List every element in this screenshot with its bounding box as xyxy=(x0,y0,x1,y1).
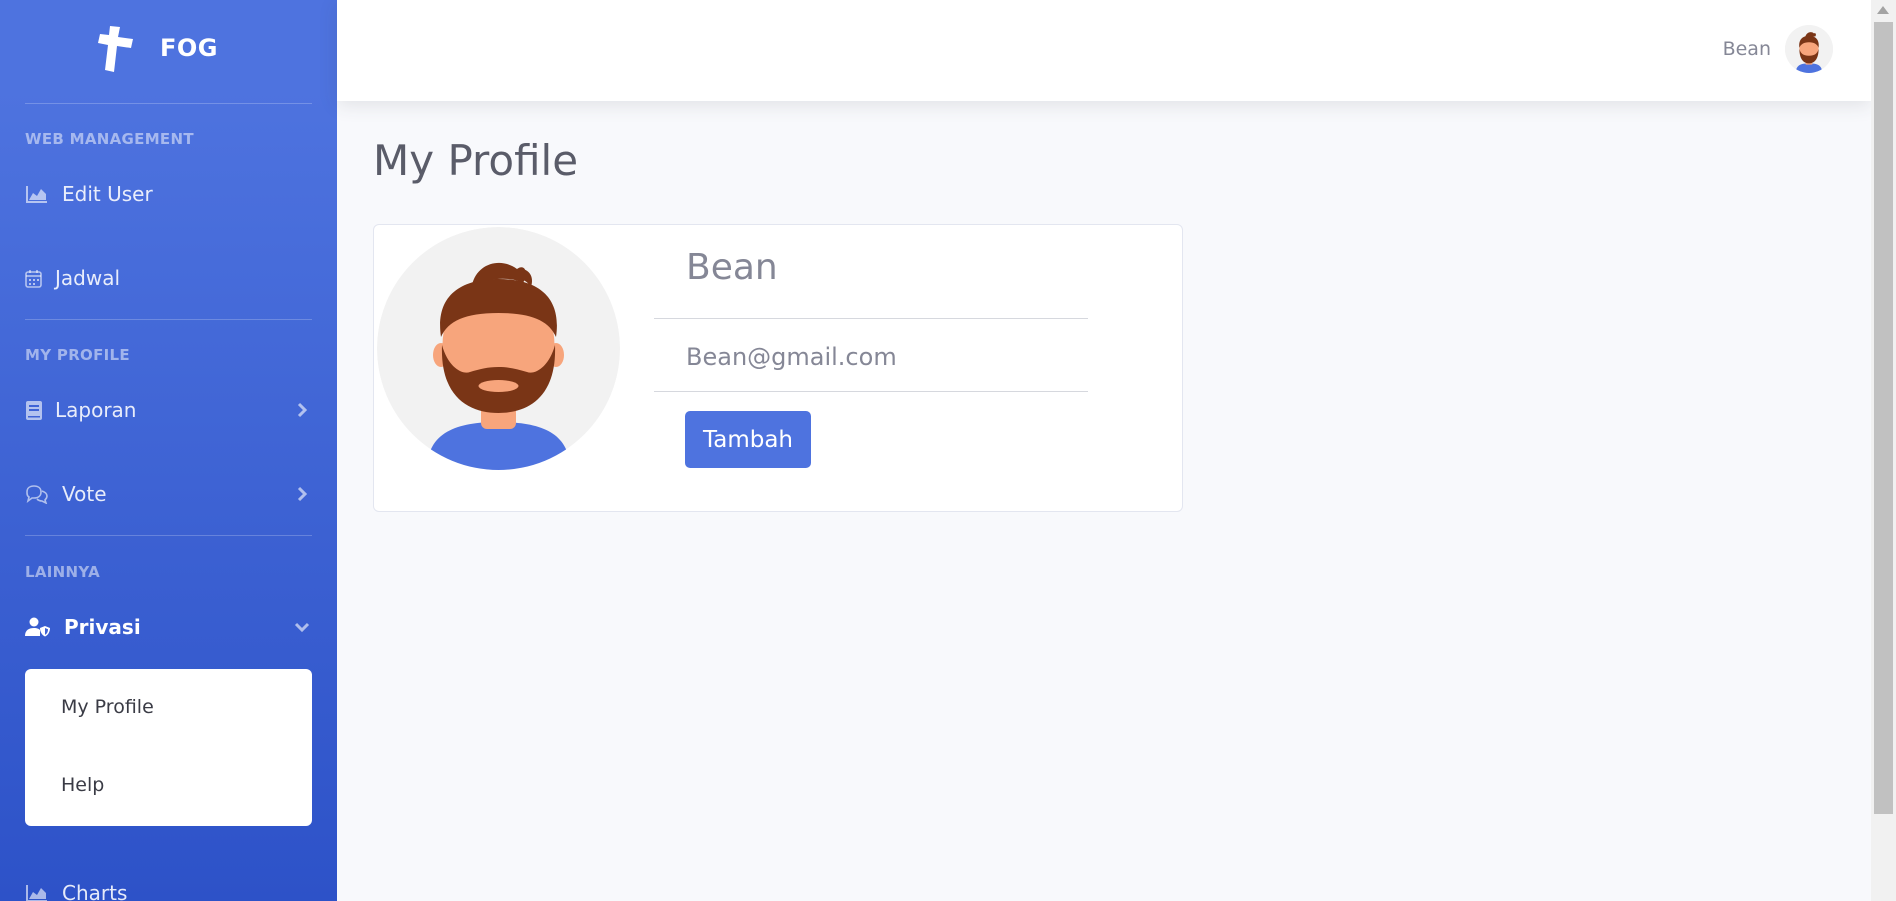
chevron-right-icon xyxy=(297,486,308,502)
sidebar-item-edit-user[interactable]: Edit User xyxy=(25,172,312,216)
sidebar-item-label: Laporan xyxy=(55,398,137,422)
sidebar-item-jadwal[interactable]: Jadwal xyxy=(25,256,312,300)
cross-icon xyxy=(98,26,133,72)
sidebar-divider xyxy=(25,535,312,536)
submenu-item-help[interactable]: Help xyxy=(61,774,104,796)
profile-divider xyxy=(654,391,1088,392)
avatar xyxy=(1785,25,1833,73)
user-shield-icon xyxy=(25,617,51,637)
calendar-icon xyxy=(25,268,42,288)
profile-card: Bean Bean@gmail.com Tambah xyxy=(373,224,1183,512)
area-chart-icon xyxy=(25,184,49,204)
sidebar-item-label: Privasi xyxy=(64,615,141,639)
chevron-down-icon xyxy=(294,622,310,633)
brand[interactable]: FOG xyxy=(0,0,337,100)
sidebar-item-label: Vote xyxy=(62,482,107,506)
sidebar-divider xyxy=(25,319,312,320)
tambah-button[interactable]: Tambah xyxy=(685,411,811,468)
privasi-submenu: My Profile Help xyxy=(25,669,312,826)
book-icon xyxy=(25,400,42,420)
sidebar-item-label: Edit User xyxy=(62,182,153,206)
heading-lainnya: LAINNYA xyxy=(25,563,100,581)
sidebar-item-laporan[interactable]: Laporan xyxy=(25,388,312,432)
area-chart-icon xyxy=(25,883,49,901)
page-title: My Profile xyxy=(373,136,579,185)
profile-divider xyxy=(654,318,1088,319)
topbar-user-name: Bean xyxy=(1722,38,1771,60)
sidebar-divider xyxy=(25,103,312,104)
scrollbar[interactable] xyxy=(1871,0,1896,901)
profile-email: Bean@gmail.com xyxy=(686,343,897,371)
heading-web-management: WEB MANAGEMENT xyxy=(25,130,194,148)
user-dropdown[interactable]: Bean xyxy=(1723,24,1833,74)
brand-name: FOG xyxy=(160,34,218,62)
comments-icon xyxy=(25,484,49,504)
sidebar-item-charts[interactable]: Charts xyxy=(25,871,312,901)
profile-avatar xyxy=(377,227,620,470)
submenu-item-my-profile[interactable]: My Profile xyxy=(61,696,154,718)
profile-name: Bean xyxy=(686,247,778,288)
scroll-up-icon[interactable] xyxy=(1877,6,1889,14)
sidebar-item-vote[interactable]: Vote xyxy=(25,472,312,516)
scrollbar-thumb[interactable] xyxy=(1874,22,1893,814)
sidebar-item-privasi[interactable]: Privasi xyxy=(25,605,312,649)
sidebar-item-label: Jadwal xyxy=(55,266,121,290)
sidebar-item-label: Charts xyxy=(62,881,128,901)
heading-my-profile: MY PROFILE xyxy=(25,346,130,364)
topbar: Bean xyxy=(337,0,1871,101)
chevron-right-icon xyxy=(297,402,308,418)
sidebar: FOG WEB MANAGEMENT Edit User Jadwal MY P… xyxy=(0,0,337,901)
